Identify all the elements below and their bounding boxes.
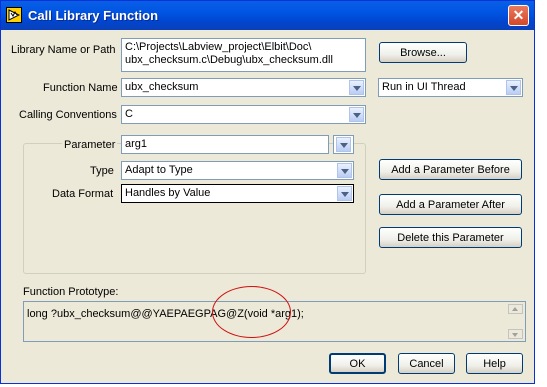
function-name-combo[interactable]: ubx_checksum (121, 78, 366, 97)
add-parameter-before-label: Add a Parameter Before (391, 163, 510, 176)
parameter-combo[interactable]: arg1 (121, 135, 329, 154)
cancel-button-label: Cancel (409, 357, 444, 370)
scroll-down-icon[interactable] (508, 329, 523, 339)
parameter-value: arg1 (125, 138, 148, 150)
ok-button-label: OK (349, 357, 366, 370)
chevron-down-icon[interactable] (349, 107, 364, 122)
chevron-down-icon[interactable] (337, 163, 352, 178)
scroll-up-icon[interactable] (508, 304, 523, 314)
library-path-label: Library Name or Path (11, 44, 116, 56)
thread-select-value: Run in UI Thread (382, 81, 466, 93)
thread-select[interactable]: Run in UI Thread (378, 78, 523, 97)
add-parameter-after-button[interactable]: Add a Parameter After (379, 194, 522, 215)
function-name-label: Function Name (43, 82, 118, 94)
data-format-select[interactable]: Handles by Value (121, 184, 354, 203)
chevron-down-icon[interactable] (336, 137, 351, 152)
chevron-down-icon[interactable] (337, 186, 352, 201)
calling-conventions-select[interactable]: C (121, 105, 366, 124)
ok-button[interactable]: OK (329, 353, 386, 374)
browse-button[interactable]: Browse... (379, 42, 467, 63)
type-value: Adapt to Type (125, 164, 193, 176)
delete-parameter-button[interactable]: Delete this Parameter (379, 227, 522, 248)
library-path-field[interactable]: C:\Projects\Labview_project\Elbit\Doc\ u… (121, 38, 366, 72)
function-prototype-label: Function Prototype: (23, 286, 119, 298)
annotation-ellipse (212, 286, 291, 338)
prototype-scrollbar[interactable] (508, 304, 523, 339)
add-parameter-before-button[interactable]: Add a Parameter Before (379, 159, 522, 180)
library-path-line1: C:\Projects\Labview_project\Elbit\Doc\ (125, 41, 312, 53)
add-parameter-after-label: Add a Parameter After (396, 198, 505, 211)
calling-conventions-label: Calling Conventions (19, 109, 117, 121)
delete-parameter-label: Delete this Parameter (397, 231, 504, 244)
data-format-label: Data Format (52, 188, 114, 200)
function-name-value: ubx_checksum (125, 81, 199, 93)
dialog-title: Call Library Function (28, 8, 159, 23)
chevron-down-icon[interactable] (349, 80, 364, 95)
close-button[interactable]: ✕ (508, 5, 529, 26)
data-format-value: Handles by Value (125, 187, 211, 199)
chevron-down-icon[interactable] (506, 80, 521, 95)
type-label: Type (90, 165, 114, 177)
title-bar[interactable]: Call Library Function ✕ (1, 1, 534, 30)
parameter-label: Parameter (62, 139, 118, 151)
call-library-dialog: Call Library Function ✕ Library Name or … (0, 0, 535, 384)
help-button-label: Help (483, 357, 506, 370)
calling-conventions-value: C (125, 108, 133, 120)
browse-button-label: Browse... (400, 46, 446, 59)
parameter-dropdown[interactable] (333, 135, 354, 154)
type-select[interactable]: Adapt to Type (121, 161, 354, 180)
labview-icon (6, 7, 22, 23)
help-button[interactable]: Help (466, 353, 523, 374)
close-icon: ✕ (512, 7, 525, 23)
library-path-line2: ubx_checksum.c\Debug\ubx_checksum.dll (125, 54, 333, 66)
cancel-button[interactable]: Cancel (398, 353, 455, 374)
